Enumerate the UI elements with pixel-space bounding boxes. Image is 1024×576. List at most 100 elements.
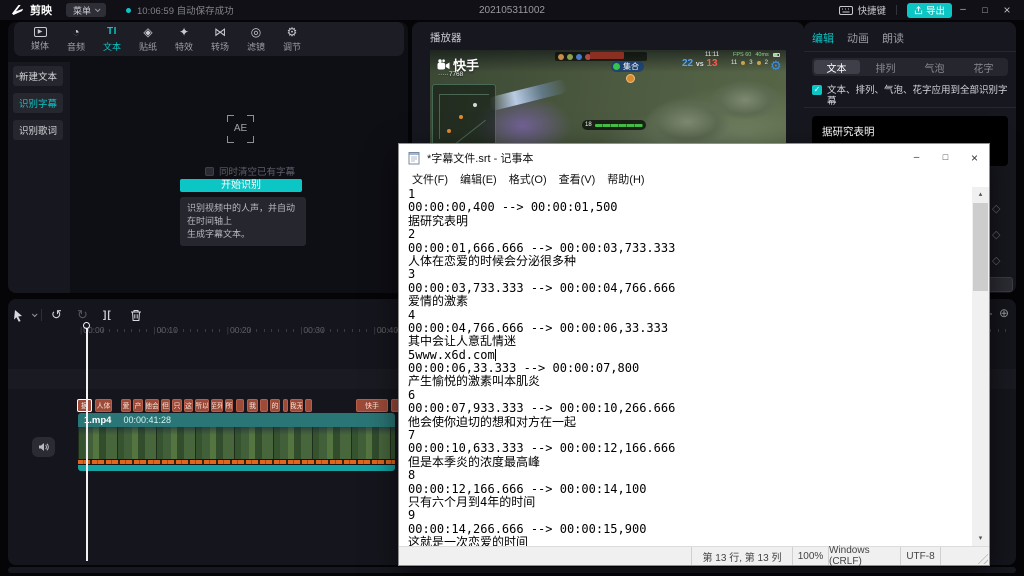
notepad-text-area[interactable]: 100:00:00,400 --> 00:00:01,500据研究表明200:0…	[399, 187, 972, 546]
track-mute-button[interactable]	[32, 437, 55, 457]
subtitle-clip[interactable]: 我	[247, 399, 258, 412]
sidebar-item-recognize-lyrics[interactable]: 识别歌词	[13, 120, 63, 140]
subtitle-clip-label: 所以	[195, 401, 209, 411]
speaker-icon	[38, 442, 49, 452]
ruler-tick	[271, 329, 272, 332]
subtitle-clip[interactable]: 只	[172, 399, 182, 412]
notepad-scrollbar[interactable]	[972, 187, 989, 546]
notepad-text-line: 00:00:03,733.333 --> 00:00:04,766.666	[408, 282, 972, 295]
subtitle-clip[interactable]: 爱	[121, 399, 131, 412]
notepad-menu-item[interactable]: 编辑(E)	[454, 171, 503, 187]
style-subtab-arrange[interactable]: 排列	[861, 60, 910, 75]
menu-button[interactable]: 菜单	[66, 3, 106, 17]
clear-existing-subtitles-option[interactable]: 同时清空已有字幕	[205, 164, 295, 178]
notepad-text-line: 6	[408, 389, 972, 402]
media-tab-label: 调节	[283, 40, 301, 53]
subtitle-clip[interactable]	[236, 399, 244, 412]
subtitle-clip[interactable]: 但	[161, 399, 170, 412]
subtitle-clip[interactable]: 他会	[145, 399, 159, 412]
statusbar-grip-cell	[940, 547, 989, 565]
subtitle-clip[interactable]	[305, 399, 312, 412]
text-icon	[107, 26, 117, 38]
subtitle-clip[interactable]	[260, 399, 268, 412]
keyframe-diamond-icon[interactable]	[992, 202, 1000, 215]
undo-button[interactable]	[51, 308, 62, 322]
notepad-window: *字幕文件.srt - 记事本 文件(F)编辑(E)格式(O)查看(V)帮助(H…	[398, 143, 990, 566]
subtitle-clip[interactable]	[283, 399, 288, 412]
video-clip-thumbnails	[78, 427, 395, 459]
delete-clip-button[interactable]	[130, 308, 142, 322]
apply-to-all-option[interactable]: 文本、排列、气泡、花字应用到全部识别字幕	[812, 85, 1015, 107]
start-recognition-button[interactable]: 开始识别	[180, 179, 302, 192]
media-tab-media[interactable]: 媒体	[22, 22, 58, 56]
subtitle-clip[interactable]: 所	[225, 399, 233, 412]
media-tab-text[interactable]: 文本	[94, 22, 130, 56]
shortcut-keys-button[interactable]: 快捷键	[839, 3, 886, 17]
window-resize-grip[interactable]	[975, 551, 988, 564]
checkbox-unchecked-icon[interactable]	[205, 167, 214, 176]
media-tab-adjust[interactable]: 调节	[274, 22, 310, 56]
jianying-app: 剪映 菜单 10:06:59 自动保存成功 202105311002 快捷键 导…	[0, 0, 1024, 576]
window-close-button[interactable]	[996, 0, 1018, 20]
tool-dropdown-button[interactable]	[28, 308, 36, 322]
select-tool-button[interactable]	[12, 308, 25, 322]
style-subtab-text[interactable]: 文本	[812, 60, 861, 75]
media-tab-effects[interactable]: 特效	[166, 22, 202, 56]
subtitle-clip[interactable]: 快手	[356, 399, 388, 412]
scrollbar-down-arrow[interactable]	[972, 531, 989, 546]
subtitle-clip[interactable]: 至死	[211, 399, 223, 412]
split-clip-button[interactable]	[103, 308, 112, 322]
media-tab-transition[interactable]: 转场	[202, 22, 238, 56]
timeline-horizontal-scrollbar[interactable]	[8, 567, 1016, 573]
inspector-tab-edit[interactable]: 编辑	[812, 30, 834, 46]
notepad-maximize-button[interactable]	[931, 144, 960, 171]
ruler-tick	[139, 329, 140, 332]
ruler-tick	[352, 329, 353, 332]
subtitle-clip[interactable]: 我无	[290, 399, 303, 412]
sidebar-item-recognize-subtitle[interactable]: 识别字幕	[13, 93, 63, 113]
ruler-tick	[359, 329, 360, 332]
media-tab-audio[interactable]: 音频	[58, 22, 94, 56]
subtitle-text-value: 据研究表明	[822, 124, 998, 139]
subtitle-clip[interactable]: 所以	[195, 399, 209, 412]
hero-portrait	[567, 54, 573, 60]
sidebar-item-new-text[interactable]: 新建文本	[13, 66, 63, 86]
notepad-text-line: 其中会让人意乱情迷	[408, 335, 972, 348]
style-subtab-bubble[interactable]: 气泡	[910, 60, 959, 75]
subtitle-clip[interactable]: 据	[77, 399, 92, 412]
subtitle-clip[interactable]: 这	[184, 399, 193, 412]
divider	[41, 309, 42, 321]
scrollbar-thumb[interactable]	[973, 203, 988, 291]
subtitle-clip[interactable]: 的	[270, 399, 280, 412]
scrollbar-up-arrow[interactable]	[972, 187, 989, 202]
window-maximize-button[interactable]	[974, 0, 996, 20]
video-clip[interactable]: 1.mp4 00:00:41:28	[78, 413, 395, 471]
keyframe-diamond-icon[interactable]	[992, 254, 1000, 267]
export-button[interactable]: 导出	[907, 3, 952, 18]
notepad-close-button[interactable]	[960, 144, 989, 171]
style-subtab-wordart[interactable]: 花字	[959, 60, 1008, 75]
notepad-menu-item[interactable]: 帮助(H)	[601, 171, 650, 187]
keyframe-diamond-icon[interactable]	[992, 228, 1000, 241]
notepad-menu-item[interactable]: 查看(V)	[553, 171, 602, 187]
subtitle-clip[interactable]: 产	[133, 399, 143, 412]
notepad-menu-item[interactable]: 文件(F)	[406, 171, 454, 187]
media-tab-sticker[interactable]: 贴纸	[130, 22, 166, 56]
notepad-menu-item[interactable]: 格式(O)	[503, 171, 553, 187]
checkbox-checked-icon[interactable]	[812, 85, 822, 95]
notepad-minimize-button[interactable]	[902, 144, 931, 171]
notepad-text-line: 爱情的激素	[408, 295, 972, 308]
watermark-id: ·····7768	[438, 71, 463, 78]
video-clip-name: 1.mp4	[84, 415, 111, 426]
timeline-zoom-in-button[interactable]	[999, 306, 1009, 320]
inspector-tab-animation[interactable]: 动画	[847, 30, 869, 46]
ruler-tick	[131, 329, 132, 332]
window-minimize-button[interactable]	[952, 0, 974, 20]
subtitle-clip-label: 我无	[290, 401, 303, 411]
inspector-tab-reading[interactable]: 朗读	[882, 30, 904, 46]
media-tab-filter[interactable]: 滤镜	[238, 22, 274, 56]
redo-button[interactable]	[77, 308, 88, 322]
subtitle-clip[interactable]: 人体	[95, 399, 112, 412]
notepad-titlebar[interactable]: *字幕文件.srt - 记事本	[399, 144, 989, 171]
media-type-tabs: 媒体音频文本贴纸特效转场滤镜调节	[14, 22, 404, 56]
